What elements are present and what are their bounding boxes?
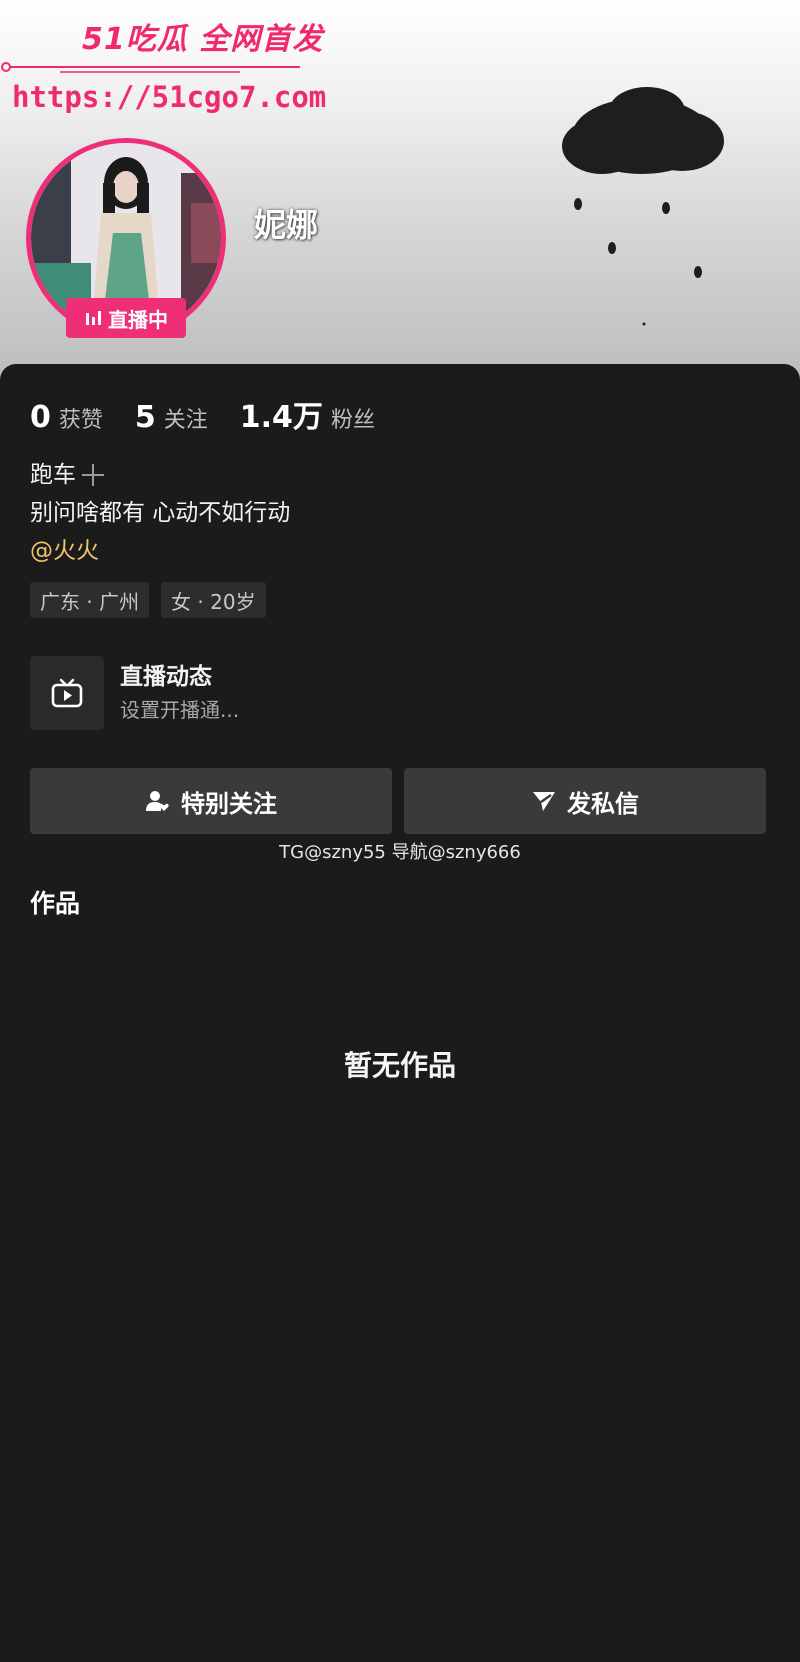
rain-cloud-icon [562,87,724,326]
send-icon [533,792,555,811]
watermark-url: https://51cgo7.com [12,80,327,114]
bio: 跑车 别问啥都有 心动不如行动 @火火 [30,456,290,570]
tag-location: 广东 · 广州 [30,582,150,618]
stat-followers-label: 粉丝 [330,408,375,433]
stat-likes-label: 获赞 [58,408,103,433]
stat-likes-value: 0 [30,400,51,435]
watermark-circuit-lines [1,62,300,73]
stats-row: 0 获赞 5 关注 1.4万 粉丝 [30,392,407,436]
live-badge-label: 直播中 [108,307,168,332]
stat-following[interactable]: 5 关注 [135,400,208,435]
stat-followers[interactable]: 1.4万 粉丝 [240,392,375,436]
bio-mention-link[interactable]: @火火 [30,532,290,570]
stat-followers-value: 1.4万 [239,400,323,435]
username: 妮娜 [254,206,319,244]
stat-likes[interactable]: 0 获赞 [30,400,103,435]
tag-row: 广东 · 广州 女 · 20岁 [30,582,266,618]
empty-works-text: 暂无作品 [343,1049,456,1082]
special-follow-button[interactable]: 特别关注 [30,768,392,834]
profile-content: 0 获赞 5 关注 1.4万 粉丝 跑车 别问啥都有 心动不如行动 @火火 广东… [0,364,800,1662]
tag-gender-age: 女 · 20岁 [161,582,266,618]
watermark-brand: 51吃瓜 全网首发 [82,22,324,57]
live-bars-icon [86,311,101,325]
live-dynamic-title: 直播动态 [120,664,212,690]
plus-icon [82,464,104,486]
contact-line: TG@szny55 导航@szny666 [279,842,521,863]
live-dynamic-entry[interactable]: 直播动态 设置开播通... [30,656,239,730]
message-label: 发私信 [567,789,639,818]
live-dynamic-subtitle: 设置开播通... [120,698,240,722]
bio-line-1: 跑车 [30,462,76,488]
stat-following-value: 5 [134,400,156,435]
works-title: 作品 [30,889,81,918]
message-button[interactable]: 发私信 [404,768,766,834]
stat-following-label: 关注 [163,408,208,433]
profile-header: 51吃瓜 全网首发 https://51cgo7.com 直播中 妮娜 [0,0,800,380]
bio-line-2: 别问啥都有 心动不如行动 [30,500,291,526]
action-buttons: 特别关注 发私信 [30,768,766,834]
live-badge[interactable]: 直播中 [66,298,186,338]
special-follow-label: 特别关注 [181,789,277,818]
user-heart-icon [146,791,169,811]
tv-icon [30,656,104,730]
